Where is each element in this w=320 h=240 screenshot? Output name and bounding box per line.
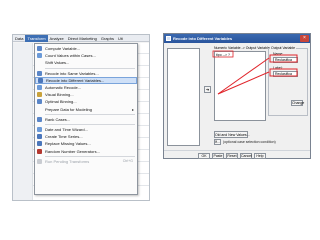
recode-dialog: Recode into Different Variables × ➔ Nume… — [163, 33, 311, 159]
left-gutter — [13, 43, 33, 200]
menu-item-label: Optimal Binning... — [45, 99, 77, 105]
if-button[interactable]: If... — [214, 139, 221, 145]
menu-item[interactable]: Date and Time Wizard... — [35, 126, 137, 133]
menu-item-label: Run Pending Transforms — [45, 158, 90, 164]
menubar-item-data[interactable]: Data — [13, 35, 25, 42]
transform-menu-screenshot: Data Transform Analyze Direct Marketing Grap… — [12, 34, 150, 201]
submenu-arrow-icon: ▸ — [131, 106, 134, 112]
replace-missing-icon — [37, 141, 42, 147]
menu-item-label: Prepare Data for Modeling — [45, 106, 92, 112]
if-condition-text: (optional case selection condition) — [223, 140, 276, 144]
source-variable-list[interactable] — [167, 48, 200, 146]
random-generator-icon — [37, 148, 42, 154]
move-variable-button[interactable]: ➔ — [204, 86, 211, 93]
dialog-button-row: OK Paste Reset Cancel Help — [164, 150, 310, 159]
menu-item[interactable]: Recode into Different Variables... — [35, 76, 137, 84]
menu-item-label: Compute Variable... — [45, 46, 81, 52]
dialog-title-bar: Recode into Different Variables × — [164, 34, 310, 43]
label-field[interactable]: Reclasifica — [273, 71, 298, 77]
menu-item[interactable]: Automatic Recode... — [35, 84, 137, 91]
blank-icon — [37, 107, 42, 112]
menu-item-label: Create Time Series... — [45, 134, 83, 140]
menubar-item-transform[interactable]: Transform — [25, 35, 48, 42]
menu-item[interactable]: Run Pending Transforms Ctrl+G — [35, 158, 137, 165]
menu-item[interactable]: Shift Values... — [35, 59, 137, 66]
dialog-title: Recode into Different Variables — [173, 36, 233, 41]
recode-different-icon — [38, 77, 43, 83]
reset-button[interactable]: Reset — [226, 153, 238, 159]
automatic-recode-icon — [37, 85, 42, 91]
menu-item-label: Visual Binning... — [45, 92, 74, 98]
cancel-button[interactable]: Cancel — [240, 153, 252, 159]
old-new-values-button[interactable]: Old and New Values... — [214, 131, 250, 138]
name-field[interactable]: Reclasifica — [273, 57, 298, 63]
blank-icon — [37, 60, 42, 65]
menu-item[interactable]: Rank Cases... — [35, 116, 137, 123]
label-label: Label: — [273, 66, 283, 70]
menu-item-label: Shift Values... — [45, 60, 70, 66]
paste-button[interactable]: Paste — [212, 153, 224, 159]
rank-cases-icon — [37, 116, 42, 122]
recode-same-icon — [37, 70, 42, 76]
run-pending-icon — [37, 158, 42, 164]
menu-item-label: Random Number Generators... — [45, 148, 100, 154]
menubar-item-uti[interactable]: Uti — [116, 35, 125, 42]
numeric-variable-row[interactable]: tipo --> ? — [216, 53, 230, 57]
menu-item-label: Automatic Recode... — [45, 85, 82, 91]
menu-item[interactable]: Recode into Same Variables... — [35, 70, 137, 77]
menu-item[interactable]: Prepare Data for Modeling ▸ — [35, 106, 137, 113]
close-icon[interactable]: × — [300, 35, 309, 42]
menubar-item-direct-marketing[interactable]: Direct Marketing — [66, 35, 99, 42]
visual-binning-icon — [37, 92, 42, 98]
menu-item-label: Recode into Different Variables... — [46, 77, 105, 83]
numeric-variable-list[interactable]: tipo --> ? — [214, 51, 266, 121]
menu-item-label: Replace Missing Values... — [45, 141, 91, 147]
menu-item-label: Date and Time Wizard... — [45, 126, 88, 132]
time-series-icon — [37, 134, 42, 140]
output-variable-title: Output Variable — [270, 46, 297, 50]
name-label: Name: — [273, 52, 284, 56]
numeric-variable-label: Numeric Variable -> Output Variable: — [214, 46, 271, 50]
menu-bar: Data Transform Analyze Direct Marketing Grap… — [13, 35, 149, 42]
calculator-icon — [37, 46, 42, 52]
transform-dropdown-menu: Compute Variable... Count Values within C… — [34, 43, 138, 195]
date-time-icon — [37, 126, 42, 132]
optimal-binning-icon — [37, 99, 42, 105]
menubar-item-graphs[interactable]: Graphs — [99, 35, 116, 42]
dialog-app-icon — [166, 36, 171, 41]
menu-item-label: Count Values within Cases... — [45, 53, 96, 59]
menu-item[interactable]: Visual Binning... — [35, 91, 137, 98]
menu-item[interactable]: Random Number Generators... — [35, 147, 137, 154]
menu-item[interactable]: Count Values within Cases... — [35, 52, 137, 59]
menu-item[interactable]: Optimal Binning... — [35, 98, 137, 105]
menu-item[interactable]: Replace Missing Values... — [35, 140, 137, 147]
menu-item-label: Recode into Same Variables... — [45, 70, 99, 76]
change-button[interactable]: Change — [291, 100, 304, 106]
menu-item[interactable]: Create Time Series... — [35, 133, 137, 140]
help-button[interactable]: Help — [254, 153, 266, 159]
count-icon — [37, 53, 42, 59]
ok-button[interactable]: OK — [198, 153, 210, 159]
menu-shortcut: Ctrl+G — [122, 159, 133, 164]
menubar-item-analyze[interactable]: Analyze — [48, 35, 66, 42]
menu-item[interactable]: Compute Variable... — [35, 45, 137, 52]
menu-item-label: Rank Cases... — [45, 116, 71, 122]
